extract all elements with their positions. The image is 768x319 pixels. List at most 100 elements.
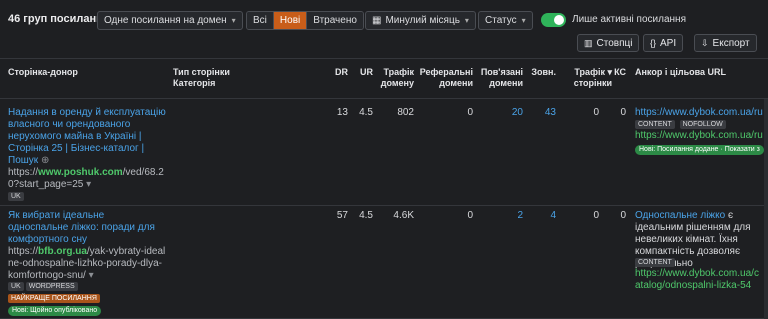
segment-new[interactable]: Нові: [273, 12, 308, 29]
period-label: Минулий місяць: [385, 15, 460, 26]
anchor-tag: CONTENT: [635, 119, 675, 129]
dr-value: 57: [336, 210, 348, 221]
only-active-toggle[interactable]: [541, 13, 566, 27]
header-traffic-page[interactable]: Трафік ▾ сторінки: [566, 67, 612, 89]
header-traffic-page-l1-text: Трафік: [574, 67, 605, 77]
header-linked-domains[interactable]: Пов'язані домени: [478, 67, 523, 89]
external-value[interactable]: 4: [526, 210, 556, 222]
header-page-type: Тип сторінки Категорія: [173, 67, 230, 89]
table-row: Надання в оренду й експлуатацію власного…: [0, 100, 768, 206]
ref-domains-value: 0: [467, 107, 473, 118]
anchor-url[interactable]: https://www.dybok.com.ua/ru: [635, 107, 763, 119]
ref-domains-value: 0: [467, 210, 473, 221]
header-external[interactable]: Зовн.: [526, 67, 556, 78]
chevron-down-icon: ▾: [86, 179, 92, 190]
header-traffic-page-l1: Трафік ▾: [566, 67, 612, 78]
target-url[interactable]: https://www.dybok.com.ua/catalog/odnospa…: [635, 268, 763, 292]
lang-tag: UK: [8, 191, 24, 201]
chevron-down-icon: ▾: [521, 16, 526, 25]
chevron-down-icon: ▾: [464, 16, 469, 25]
header-dr[interactable]: DR: [328, 67, 348, 78]
toggle-knob: [554, 15, 564, 25]
table-header: Сторінка-донор Тип сторінки Категорія DR…: [0, 58, 768, 99]
status-dropdown[interactable]: Статус ▾: [478, 11, 533, 30]
dr-value: 13: [336, 107, 348, 118]
header-ref-domains-l2: домени: [439, 78, 473, 88]
table-row: Як вибрати ідеальне односпальне ліжко: п…: [0, 207, 768, 319]
status-label: Статус: [485, 15, 517, 26]
url-prefix: https://: [8, 246, 39, 257]
header-anchor[interactable]: Анкор і цільова URL: [635, 67, 726, 78]
toolbar: 46 груп посилань Одне посилання на домен…: [0, 0, 768, 58]
export-label: Експорт: [712, 37, 750, 49]
header-kc[interactable]: КС: [608, 67, 626, 78]
segment-all[interactable]: Всі: [247, 12, 274, 29]
header-traffic-page-l2: сторінки: [573, 78, 612, 88]
traffic-value: 4.6K: [393, 210, 414, 221]
period-dropdown[interactable]: ▦ Минулий місяць ▾: [365, 11, 476, 30]
status-pill-text: Нові: Посилання додане: [639, 146, 719, 153]
segment-lost[interactable]: Втрачено: [307, 12, 363, 29]
columns-icon: ▥: [584, 37, 593, 48]
chevron-down-icon: ▾: [231, 16, 236, 25]
anchor-tag: NOFOLLOW: [679, 119, 726, 129]
header-ref-domains-l1: Реферальні: [419, 67, 473, 77]
header-linked-domains-l2: домени: [489, 78, 523, 88]
kc-value: 0: [620, 210, 626, 221]
donor-title-text: Надання в оренду й експлуатацію власного…: [8, 107, 166, 166]
vertical-scrollbar[interactable]: [764, 99, 768, 319]
api-label: API: [660, 37, 677, 49]
header-page-type-label: Тип сторінки: [173, 67, 230, 77]
header-ur[interactable]: UR: [353, 67, 373, 78]
anchor-tag: CONTENT: [635, 257, 675, 267]
api-button[interactable]: {} API: [643, 34, 684, 52]
donor-title[interactable]: Як вибрати ідеальне односпальне ліжко: п…: [8, 210, 166, 246]
header-linked-domains-l1: Пов'язані: [480, 67, 523, 77]
external-value[interactable]: 43: [526, 107, 556, 119]
chevron-down-icon: ▾: [88, 270, 94, 281]
header-category-label: Категорія: [173, 78, 216, 88]
status-pill-extra[interactable]: Показати з: [725, 146, 760, 153]
lang-tag: UK: [8, 281, 24, 291]
donor-url[interactable]: https://bfb.org.ua/yak-vybraty-idealne-o…: [8, 246, 166, 282]
status-pill-wrap: Нові: Щойно опубліковано: [8, 304, 102, 316]
groups-count: 46 груп посилань: [8, 13, 103, 25]
export-icon: ⇩: [701, 37, 709, 48]
header-traffic-domain[interactable]: Трафік домену: [376, 67, 414, 89]
header-ref-domains[interactable]: Реферальні домени: [416, 67, 473, 89]
traffic-page-value: 0: [593, 210, 599, 221]
url-domain: bfb.org.ua: [38, 246, 87, 257]
cms-tag: WORDPRESS: [25, 281, 78, 291]
status-pill-label: Нові: Посилання додане · Показати з: [635, 145, 764, 155]
linked-domains-value[interactable]: 2: [478, 210, 523, 222]
status-pill: Нові: Посилання додане · Показати з: [635, 143, 764, 155]
globe-icon: ⊕: [40, 155, 50, 166]
donor-tags: UK WORDPRESS: [8, 281, 80, 293]
ur-value: 4.5: [359, 107, 373, 118]
per-domain-label: Одне посилання на домен: [104, 15, 227, 26]
header-traffic-domain-l2: домену: [380, 78, 414, 88]
columns-label: Стовпці: [596, 37, 633, 49]
header-donor[interactable]: Сторінка-донор: [8, 67, 78, 78]
anchor-link[interactable]: Односпальне ліжко: [635, 210, 725, 221]
calendar-icon: ▦: [372, 15, 382, 26]
donor-title[interactable]: Надання в оренду й експлуатацію власного…: [8, 107, 166, 167]
linked-domains-value[interactable]: 20: [478, 107, 523, 119]
status-pill: Нові: Щойно опубліковано: [8, 306, 102, 316]
code-braces-icon: {}: [650, 38, 657, 48]
export-button[interactable]: ⇩ Експорт: [694, 34, 757, 52]
url-domain: www.poshuk.com: [38, 167, 123, 178]
kc-value: 0: [620, 107, 626, 118]
link-filter-segment: Всі Нові Втрачено: [246, 11, 364, 30]
header-traffic-domain-l1: Трафік: [383, 67, 414, 77]
ur-value: 4.5: [359, 210, 373, 221]
per-domain-dropdown[interactable]: Одне посилання на домен ▾: [97, 11, 243, 30]
columns-button[interactable]: ▥ Стовпці: [577, 34, 640, 52]
traffic-value: 802: [397, 107, 414, 118]
target-url[interactable]: https://www.dybok.com.ua/ru: [635, 130, 763, 142]
only-active-label: Лише активні посилання: [572, 14, 686, 25]
best-link-tag: НАЙКРАЩЕ ПОСИЛАННЯ: [8, 293, 100, 303]
traffic-page-value: 0: [593, 107, 599, 118]
donor-url[interactable]: https://www.poshuk.com/ved/68.20?start_p…: [8, 167, 166, 191]
url-prefix: https://: [8, 167, 39, 178]
